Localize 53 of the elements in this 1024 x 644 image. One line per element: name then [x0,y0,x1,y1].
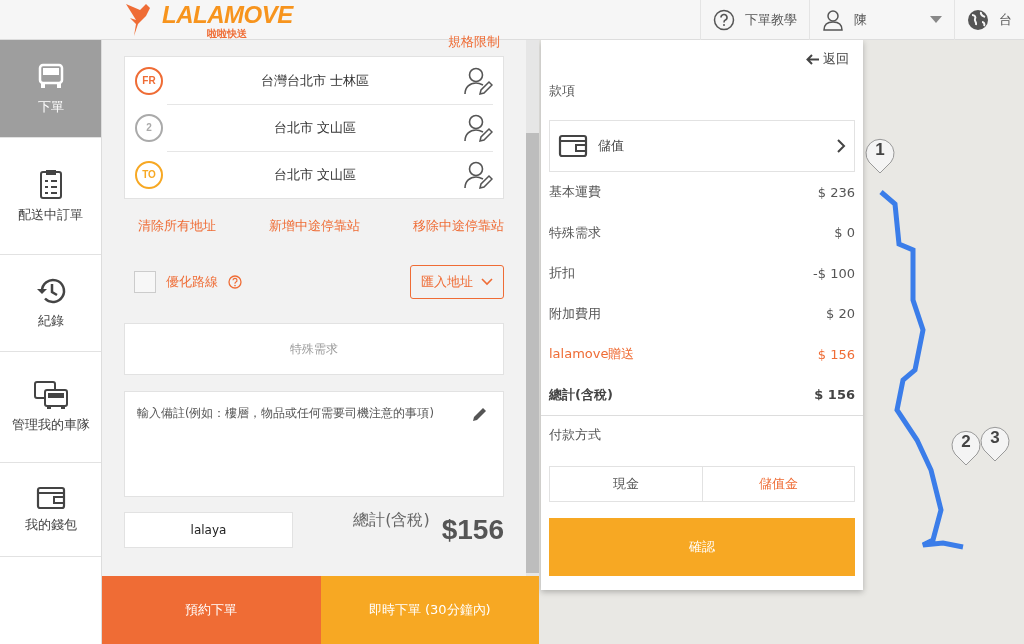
back-arrow-icon [806,53,819,65]
chevron-down-icon [481,278,493,286]
fee-amount: $ 20 [826,306,855,322]
brand-subtitle: 啦啦快送 [207,28,248,39]
payment-account-selector[interactable]: 儲值 [549,120,855,172]
contact-edit-icon[interactable] [463,113,493,143]
user-icon [822,8,844,31]
globe-icon [967,8,989,31]
fee-amount: $ 156 [817,346,855,362]
address-text[interactable]: 台灣台北市 士林區 [167,71,463,90]
map-placeholder[interactable]: 1 2 3 返回 款項 儲值 基本運費 $ 236 特殊需求 $ 0 折扣 -$ 100 附加費用 $ 20 lalamove贈送 $ 156 總計(含稅) $ 156 付款方式 現金 儲值金 確認 [539,40,1024,644]
optimize-route-label: 優化路線 [166,273,218,291]
user-menu[interactable]: 陳 [809,0,954,40]
contact-edit-icon[interactable] [463,160,493,190]
fee-label: 特殊需求 [549,223,601,242]
fee-label: 基本運費 [549,183,601,202]
stop-badge: TO [135,160,163,189]
map-pin[interactable]: 1 [863,136,897,174]
payment-method-label: 付款方式 [549,426,602,444]
help-link[interactable]: 下單教學 [700,0,809,40]
wallet-icon [558,134,588,158]
fee-label: 折扣 [549,264,575,283]
back-button[interactable]: 返回 [806,50,849,68]
help-icon [713,8,735,31]
language-menu[interactable]: 台 [954,0,1024,40]
chevron-right-icon [837,139,846,153]
scrollbar[interactable] [526,40,539,576]
fee-amount: -$ 100 [813,265,855,281]
fee-label: 總計(含稅) [549,385,613,404]
stop-badge: 2 [135,113,163,142]
map-pin[interactable]: 3 [978,424,1012,462]
address-text[interactable]: 台北市 文山區 [167,119,463,137]
fee-amount: $ 236 [817,184,855,200]
stop-badge: FR [135,66,163,95]
map-pin[interactable]: 2 [949,428,983,466]
pencil-icon [472,406,488,422]
fee-label: 附加費用 [549,304,601,323]
fee-amount: $ 156 [814,387,855,403]
total-amount: $156 [441,514,504,546]
fee-label: lalamove贈送 [549,345,635,364]
contact-name-field[interactable]: lalaya [124,512,293,548]
optimize-checkbox[interactable] [134,271,156,293]
address-text[interactable]: 台北市 文山區 [167,166,463,184]
trucks-icon [32,380,69,410]
brand-name: LALAMOVE [162,0,293,28]
help-icon[interactable] [228,275,242,289]
total-label: 總計(含稅) [353,510,430,531]
section-title: 款項 [549,82,576,100]
notes-field[interactable]: 輸入備註(例如：樓層，物品或任何需要司機注意的事項) [124,391,504,497]
contact-edit-icon[interactable] [463,65,493,96]
fee-amount: $ 0 [834,225,855,241]
wallet-icon [35,485,66,510]
caret-icon [930,16,942,23]
